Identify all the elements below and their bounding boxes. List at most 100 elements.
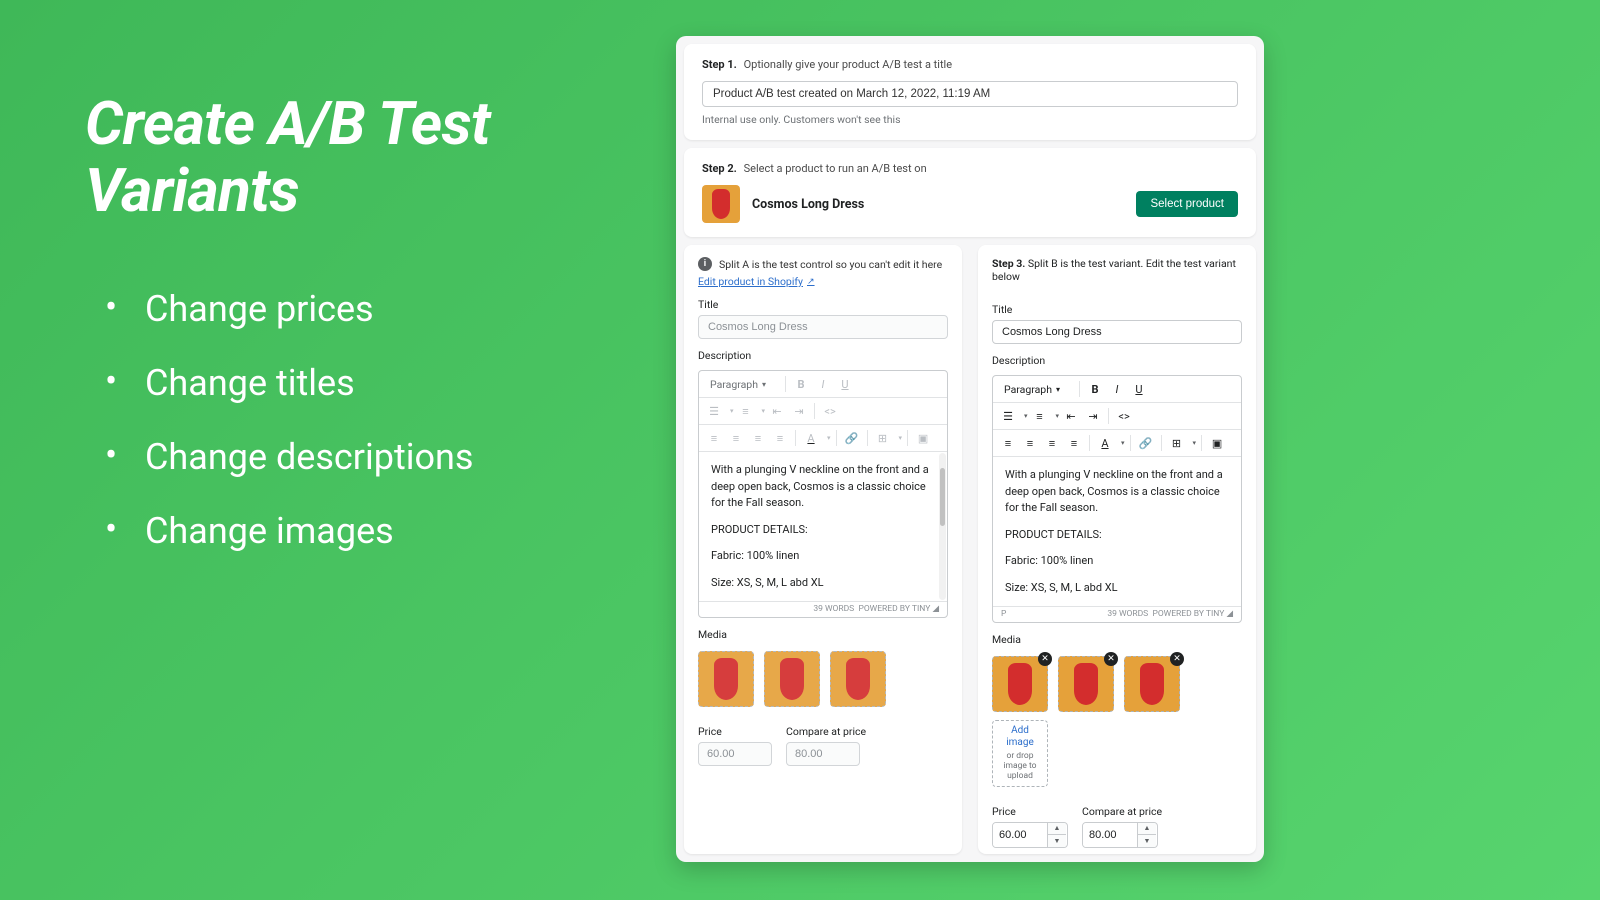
select-product-button[interactable]: Select product <box>1136 191 1238 217</box>
split-b-toolbar-2: ☰▾ ≡▾ ⇤ ⇥ <> <box>993 403 1241 430</box>
table-button[interactable]: ⊞ <box>1167 433 1187 453</box>
product-name: Cosmos Long Dress <box>752 197 864 212</box>
media-thumbnail <box>830 651 886 707</box>
split-a-price-input <box>698 742 772 766</box>
compare-field[interactable] <box>1083 823 1137 847</box>
desc-line3: Fabric: 100% linen <box>1005 553 1229 570</box>
step2-label: Step 2. <box>702 162 737 175</box>
align-left-button[interactable]: ≡ <box>998 433 1018 453</box>
remove-image-button[interactable]: ✕ <box>1038 652 1052 666</box>
split-a-toolbar-3: ≡ ≡ ≡ ≡ A▾ 🔗 ⊞▾ ▣ <box>699 425 947 452</box>
step1-card: Step 1. Optionally give your product A/B… <box>684 44 1256 140</box>
step-down-button[interactable]: ▼ <box>1138 835 1156 847</box>
split-a-description-label: Description <box>698 349 948 362</box>
headline-line2: Variants <box>85 155 299 226</box>
text-color-button[interactable]: A <box>1095 433 1115 453</box>
split-a-price-row: Price Compare at price <box>698 717 948 766</box>
split-a-info-text: Split A is the test control so you can't… <box>719 258 942 271</box>
scrollbar[interactable] <box>939 453 946 600</box>
step2-card: Step 2. Select a product to run an A/B t… <box>684 148 1256 237</box>
media-thumbnail[interactable]: ✕ <box>1124 656 1180 712</box>
split-b-title-input[interactable] <box>992 320 1242 344</box>
bullet-descriptions: Change descriptions <box>85 420 620 494</box>
bullet-list-button[interactable]: ☰ <box>998 406 1018 426</box>
split-a-compare-input <box>786 742 860 766</box>
outdent-button[interactable]: ⇤ <box>1061 406 1081 426</box>
remove-image-button[interactable]: ✕ <box>1170 652 1184 666</box>
align-justify-icon: ≡ <box>770 428 790 448</box>
bullet-images: Change images <box>85 494 620 568</box>
split-b-media-row: ✕ ✕ ✕ <box>992 656 1242 712</box>
add-image-dropzone[interactable]: Add image or drop image to upload <box>992 720 1048 787</box>
chevron-down-icon: ▾ <box>762 380 766 389</box>
align-center-button[interactable]: ≡ <box>1020 433 1040 453</box>
split-a-editor: Paragraph▾ B I U ☰▾ ≡▾ ⇤ ⇥ <> ≡ ≡ <box>698 370 948 618</box>
align-right-button[interactable]: ≡ <box>1042 433 1062 453</box>
media-thumbnail[interactable]: ✕ <box>992 656 1048 712</box>
split-a-editor-body: With a plunging V neckline on the front … <box>699 452 947 601</box>
split-a-toolbar-2: ☰▾ ≡▾ ⇤ ⇥ <> <box>699 398 947 425</box>
split-b-price-input[interactable]: ▲ ▼ <box>992 822 1068 848</box>
edit-in-shopify-link[interactable]: Edit product in Shopify ↗ <box>698 275 948 288</box>
split-b-editor: Paragraph▾ B I U ☰▾ ≡▾ ⇤ ⇥ <> ≡ ≡ <box>992 375 1242 623</box>
desc-line4: Size: XS, S, M, L abd XL <box>711 575 929 592</box>
align-justify-button[interactable]: ≡ <box>1064 433 1084 453</box>
split-b-description-label: Description <box>992 354 1242 367</box>
feature-bullets: Change prices Change titles Change descr… <box>85 272 620 568</box>
indent-button[interactable]: ⇥ <box>1083 406 1103 426</box>
bullet-titles: Change titles <box>85 346 620 420</box>
code-button[interactable]: <> <box>1114 406 1134 426</box>
toolbar-separator <box>1161 435 1162 451</box>
toolbar-separator <box>795 430 796 446</box>
split-b-toolbar-3: ≡ ≡ ≡ ≡ A▾ 🔗 ⊞▾ ▣ <box>993 430 1241 457</box>
price-field[interactable] <box>993 823 1047 847</box>
test-title-input[interactable] <box>702 81 1238 107</box>
numbered-list-icon: ≡ <box>736 401 756 421</box>
italic-button[interactable]: I <box>1107 379 1127 399</box>
paragraph-select[interactable]: Paragraph▾ <box>998 381 1074 398</box>
split-a-editor-footer: 39 WORDS POWERED BY TINY ◢ <box>699 601 947 617</box>
compare-price-label: Compare at price <box>786 725 866 738</box>
split-b-title-label: Title <box>992 303 1242 316</box>
headline-line1: Create A/B Test <box>85 88 490 159</box>
external-link-icon: ↗ <box>807 277 815 287</box>
selected-product: Cosmos Long Dress <box>702 185 864 223</box>
split-b-toolbar-1: Paragraph▾ B I U <box>993 376 1241 403</box>
remove-image-button[interactable]: ✕ <box>1104 652 1118 666</box>
toolbar-separator <box>1201 435 1202 451</box>
link-button[interactable]: 🔗 <box>1136 433 1156 453</box>
media-thumbnail[interactable]: ✕ <box>1058 656 1114 712</box>
step-up-button[interactable]: ▲ <box>1138 823 1156 835</box>
desc-line1: With a plunging V neckline on the front … <box>1005 467 1229 517</box>
split-b-editor-footer: P 39 WORDS POWERED BY TINY ◢ <box>993 606 1241 622</box>
step3-label: Step 3. <box>992 257 1025 270</box>
numbered-list-button[interactable]: ≡ <box>1030 406 1050 426</box>
text-color-icon: A <box>801 428 821 448</box>
toolbar-separator <box>1130 435 1131 451</box>
align-center-icon: ≡ <box>726 428 746 448</box>
italic-icon: I <box>813 374 833 394</box>
step-up-button[interactable]: ▲ <box>1048 823 1066 835</box>
step2-desc: Select a product to run an A/B test on <box>744 162 927 175</box>
split-b-compare-input[interactable]: ▲ ▼ <box>1082 822 1158 848</box>
split-a-media-label: Media <box>698 628 948 641</box>
underline-button[interactable]: U <box>1129 379 1149 399</box>
desc-line2: PRODUCT DETAILS: <box>1005 527 1229 544</box>
align-right-icon: ≡ <box>748 428 768 448</box>
edit-link-text: Edit product in Shopify <box>698 275 803 288</box>
bold-icon: B <box>791 374 811 394</box>
split-a-title-input <box>698 315 948 339</box>
split-b-card: Step 3. Split B is the test variant. Edi… <box>978 245 1256 854</box>
split-b-price-row: Price ▲ ▼ Compare at price ▲ <box>992 797 1242 848</box>
step1-desc: Optionally give your product A/B test a … <box>744 58 952 71</box>
toolbar-separator <box>867 430 868 446</box>
bold-button[interactable]: B <box>1085 379 1105 399</box>
split-b-editor-body[interactable]: With a plunging V neckline on the front … <box>993 457 1241 606</box>
image-button[interactable]: ▣ <box>1207 433 1227 453</box>
chevron-down-icon: ▾ <box>1056 385 1060 394</box>
toolbar-separator <box>785 376 786 392</box>
toolbar-separator <box>836 430 837 446</box>
step-down-button[interactable]: ▼ <box>1048 835 1066 847</box>
toolbar-separator <box>1089 435 1090 451</box>
split-a-card: i Split A is the test control so you can… <box>684 245 962 854</box>
